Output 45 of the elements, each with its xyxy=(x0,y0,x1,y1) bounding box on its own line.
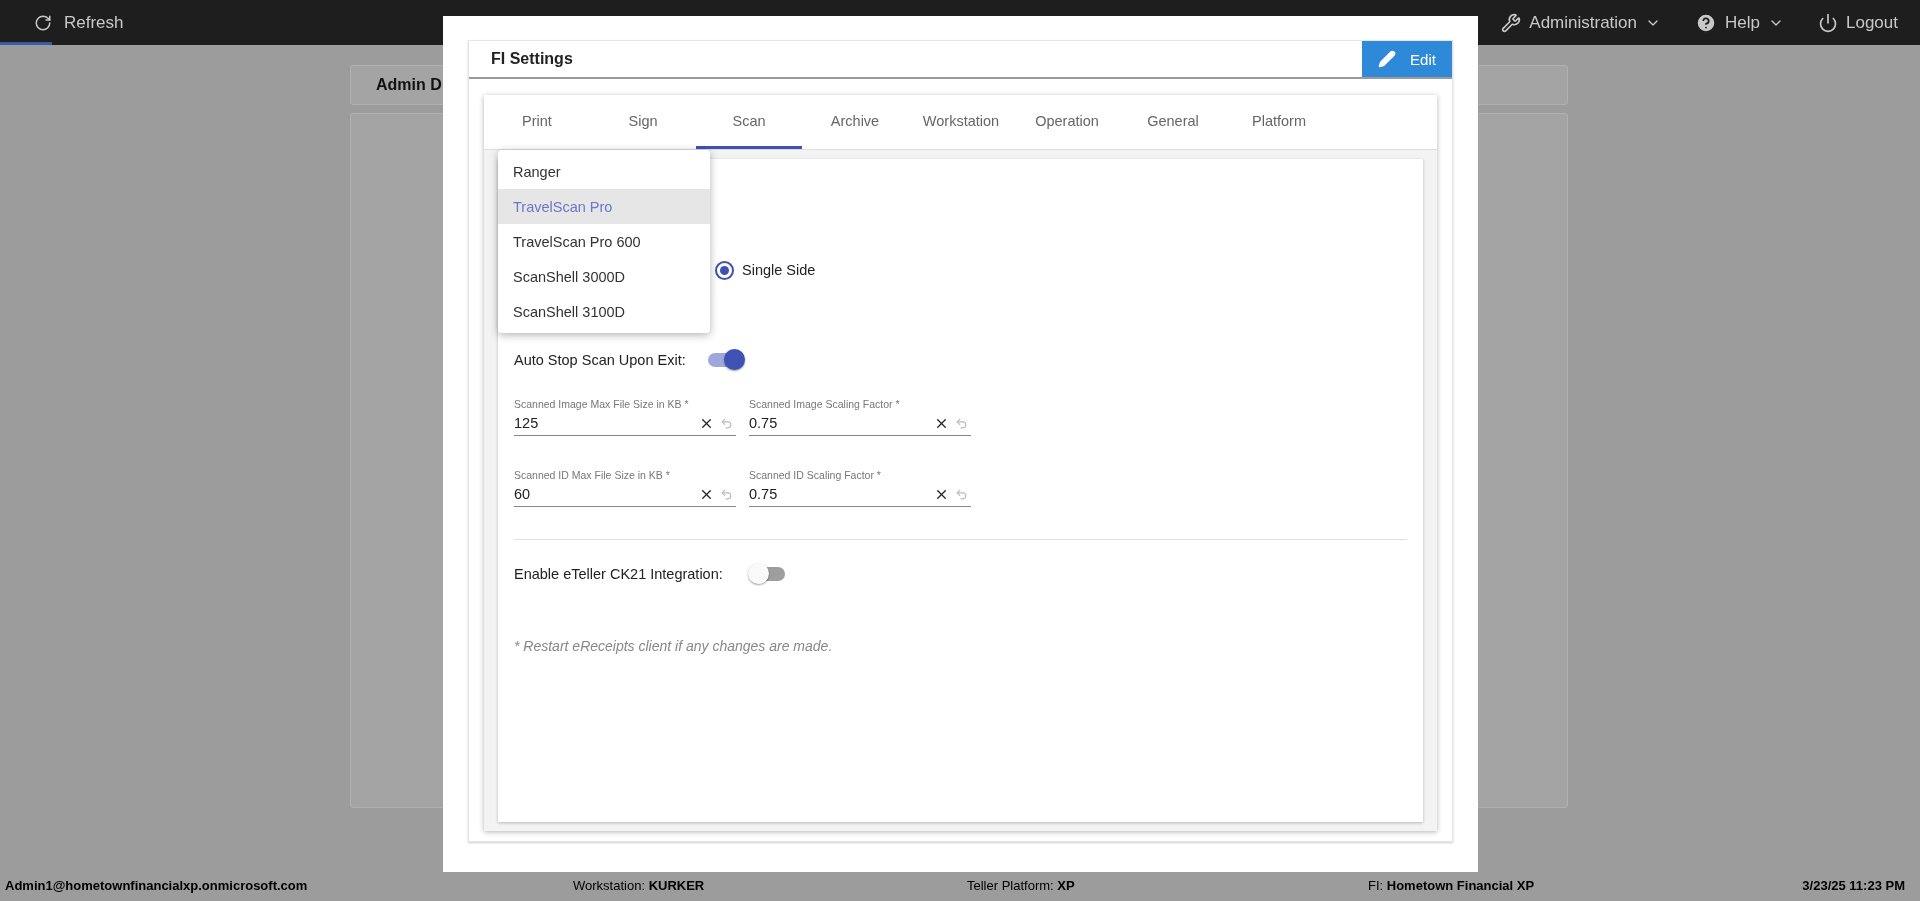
field-label: Scanned Image Max File Size in KB * xyxy=(514,398,689,410)
fi-text: FI: Hometown Financial XP xyxy=(1368,877,1536,893)
text-input[interactable]: 60 xyxy=(514,486,696,502)
pencil-icon xyxy=(1378,50,1397,68)
text-input[interactable]: 0.75 xyxy=(749,415,931,431)
restart-note: * Restart eReceipts client if any changes are made. xyxy=(514,638,834,654)
radio-label: Single Side xyxy=(742,262,816,278)
settings-tab[interactable]: Print xyxy=(484,95,590,149)
undo-icon xyxy=(720,487,733,501)
undo-icon xyxy=(720,416,733,430)
panel-title: Admin D xyxy=(376,76,442,94)
power-icon xyxy=(1818,12,1838,33)
settings-tab[interactable]: Operation xyxy=(1014,95,1120,149)
nav-menu-button[interactable]: Administration xyxy=(1501,12,1662,33)
settings-tab[interactable]: General xyxy=(1120,95,1226,149)
settings-tab[interactable]: Sign xyxy=(590,95,696,149)
dialog-title: FI Settings xyxy=(491,50,573,68)
edit-button[interactable]: Edit xyxy=(1362,41,1452,77)
undo-icon xyxy=(955,416,968,430)
text-input[interactable]: 0.75 xyxy=(749,486,931,502)
text-input[interactable]: 125 xyxy=(514,415,696,431)
wrench-icon xyxy=(1501,12,1522,33)
refresh-icon xyxy=(34,13,52,32)
menu-option[interactable]: TravelScan Pro 600 xyxy=(498,224,710,259)
field-label: Scanned ID Scaling Factor * xyxy=(749,469,881,481)
field-label: Scanned Image Scaling Factor * xyxy=(749,398,900,410)
field-label: Scanned ID Max File Size in KB * xyxy=(514,469,670,481)
date-time: 3/23/25 11:23 PM xyxy=(1802,877,1905,893)
radio-button[interactable] xyxy=(715,260,734,280)
toggle-label: Auto Stop Scan Upon Exit: xyxy=(514,352,686,368)
nav-menu-button[interactable]: Logout xyxy=(1818,12,1898,33)
user-email: Admin1@hometownfinancialxp.onmicrosoft.com xyxy=(5,877,309,893)
undo-icon xyxy=(955,487,968,501)
settings-tab[interactable]: Workstation xyxy=(908,95,1014,149)
nav-menu-button[interactable]: Help xyxy=(1695,11,1784,34)
menu-option[interactable]: Ranger xyxy=(498,154,710,189)
menu-option[interactable]: ScanShell 3100D xyxy=(498,294,710,329)
workstation-text: Workstation: KURKER xyxy=(573,877,706,893)
menu-option[interactable]: ScanShell 3000D xyxy=(498,259,710,294)
toggle-switch[interactable] xyxy=(746,562,787,586)
help-icon xyxy=(1695,11,1718,34)
settings-tab[interactable]: Platform xyxy=(1226,95,1332,149)
platform-text: Teller Platform: XP xyxy=(967,877,1076,893)
settings-tab[interactable]: Archive xyxy=(802,95,908,149)
toggle-label: Enable eTeller CK21 Integration: xyxy=(514,566,723,582)
